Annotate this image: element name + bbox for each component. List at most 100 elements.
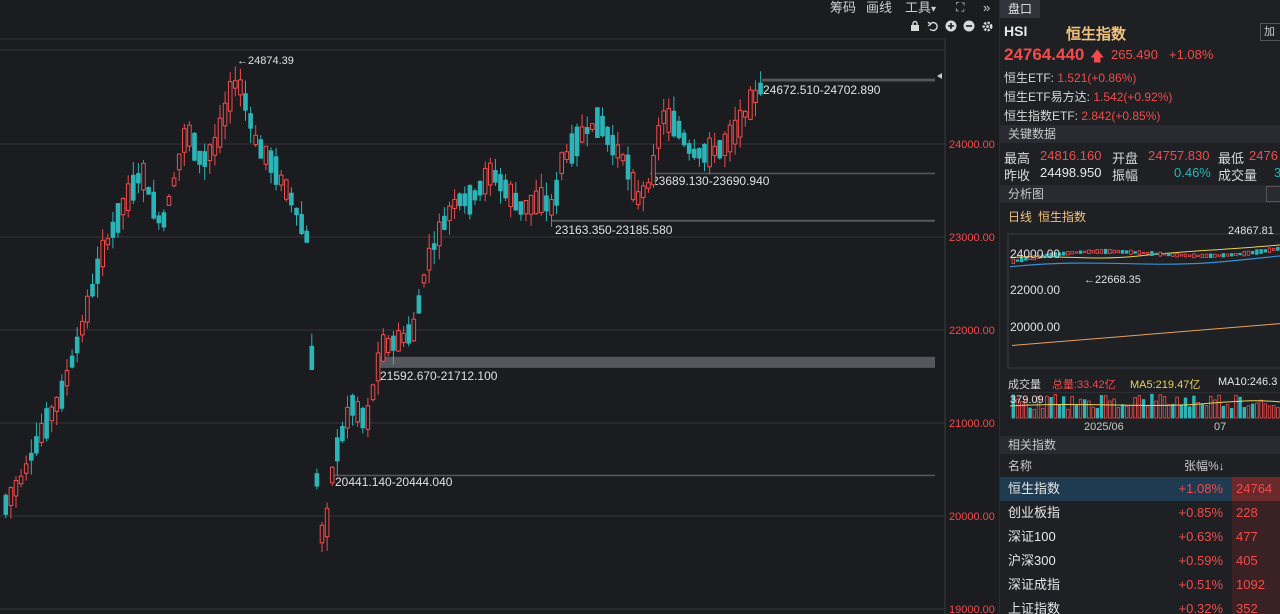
volume-bar-up: [1255, 402, 1259, 419]
candle-down: [584, 127, 590, 134]
lock-icon[interactable]: [908, 20, 922, 34]
mini-candle-up: [1242, 251, 1246, 257]
mini-candle-down: [1154, 252, 1158, 255]
gear-icon[interactable]: [980, 20, 994, 34]
tab-order-book[interactable]: 盘口: [1000, 0, 1040, 18]
related-index-row[interactable]: 深证成指 +0.51% 1092: [1000, 573, 1280, 597]
price-zone: [762, 78, 935, 82]
price-axis-label: 21000.00: [949, 418, 995, 430]
volume-bar-up: [1217, 394, 1221, 419]
candle-down: [544, 195, 549, 212]
zoom-in-icon[interactable]: [944, 20, 958, 34]
volume-bar-down: [1221, 405, 1225, 419]
candle-up: [488, 162, 493, 186]
candle-down: [59, 380, 65, 409]
related-index-name: 创业板指: [1008, 505, 1061, 520]
candle-down: [294, 207, 299, 216]
col-name[interactable]: 名称: [1008, 456, 1032, 476]
candle-up: [646, 182, 651, 189]
related-index-row[interactable]: 恒生指数 +1.08% 24764: [1000, 477, 1280, 501]
candle-down: [248, 113, 253, 129]
candle-down: [600, 115, 605, 137]
candle-up: [18, 475, 24, 485]
related-index-row[interactable]: 上证指数 +0.32% 352: [1000, 597, 1280, 614]
volume-bar-down: [1062, 396, 1066, 419]
candle-up: [452, 198, 457, 209]
candle-down: [110, 221, 116, 238]
candle-up: [8, 487, 14, 506]
related-index-row[interactable]: 深证100 +0.63% 477: [1000, 525, 1280, 549]
candle-up: [732, 119, 738, 145]
undo-icon[interactable]: [926, 20, 940, 34]
mini-candle-up: [1217, 254, 1221, 257]
expand-icon[interactable]: ⛶: [956, 0, 964, 15]
candle-down: [289, 192, 294, 206]
candle-down: [554, 179, 559, 206]
volume-bar-up: [1145, 406, 1150, 419]
mini-volume-label: 成交量: [1008, 379, 1041, 391]
candle-up: [523, 199, 529, 215]
related-index-price: 477: [1232, 525, 1280, 549]
volume-bar-up: [1125, 405, 1129, 419]
col-change-pct[interactable]: 张幅%↓: [1184, 456, 1225, 476]
candlestick-chart[interactable]: 24000.00 23000.00 22000.00 21000.00 20000.00…: [0, 38, 998, 614]
candle-down: [314, 473, 320, 487]
candle-down: [472, 190, 478, 201]
mini-candle-up: [1171, 253, 1175, 257]
candle-down: [493, 170, 498, 183]
mini-candle-up: [1204, 253, 1209, 258]
chart-canvas[interactable]: 24000.00 23000.00 22000.00 21000.00 20000.00…: [0, 38, 998, 614]
volume-bar-down: [1242, 407, 1246, 419]
mini-chart[interactable]: [1000, 222, 1280, 372]
related-index-price: 405: [1232, 549, 1280, 573]
etf-row[interactable]: 恒生ETF: 1.521(+0.86%): [1004, 69, 1136, 86]
candle-up: [753, 89, 758, 104]
etf-row[interactable]: 恒生指数ETF: 2.842(+0.85%): [1004, 107, 1160, 124]
candle-down: [69, 355, 75, 368]
candle-up: [100, 239, 106, 268]
mini-candle-down: [1104, 248, 1108, 255]
chips-button[interactable]: 筹码: [830, 0, 856, 15]
candle-down: [518, 201, 524, 215]
candle-up: [396, 330, 401, 352]
candle-up: [141, 162, 146, 191]
candle-down: [569, 133, 575, 164]
candle-down: [697, 148, 702, 159]
volume-bar-down: [1095, 407, 1099, 419]
mini-candle-up: [1175, 252, 1179, 258]
analysis-dropdown[interactable]: [1266, 186, 1280, 202]
candle-up: [125, 183, 131, 212]
more-button[interactable]: »: [983, 0, 990, 15]
volume-bar-down: [1099, 395, 1104, 419]
volume-bar-up: [1267, 405, 1272, 419]
volume-bar-up: [1053, 394, 1057, 419]
volume-bar-down: [1141, 399, 1146, 419]
etf-row[interactable]: 恒生ETF易方达: 1.542(+0.92%): [1004, 88, 1172, 105]
candle-down: [335, 437, 340, 462]
related-index-row[interactable]: 沪深300 +0.59% 405: [1000, 549, 1280, 573]
candle-up: [13, 479, 19, 497]
candle-down: [268, 150, 274, 173]
volume-bar-down: [1171, 403, 1175, 419]
mini-candle-up: [1213, 253, 1217, 258]
candle-up: [345, 406, 350, 429]
candle-down: [197, 150, 202, 165]
tools-menu[interactable]: 工具▾: [905, 0, 936, 17]
mini-ma5: MA5:219.47亿: [1130, 379, 1201, 391]
volume-bar-up: [1112, 398, 1116, 419]
volume-bar-up: [1070, 396, 1074, 419]
zoom-out-icon[interactable]: [962, 20, 976, 34]
add-watchlist-button[interactable]: 加: [1260, 23, 1280, 41]
mini-candle-down: [1133, 251, 1137, 254]
candle-up: [23, 463, 29, 474]
mini-candle-up: [1271, 247, 1276, 252]
candle-down: [161, 212, 167, 228]
mini-candle-up: [1116, 250, 1120, 254]
related-index-row[interactable]: 创业板指 +0.85% 228: [1000, 501, 1280, 525]
draw-line-button[interactable]: 画线: [866, 0, 892, 15]
mini-candle-up: [1095, 249, 1099, 254]
candle-up: [355, 401, 360, 423]
candle-up: [590, 123, 595, 130]
mini-y-tick: 20000.00: [1010, 320, 1061, 334]
candle-up: [528, 194, 534, 215]
